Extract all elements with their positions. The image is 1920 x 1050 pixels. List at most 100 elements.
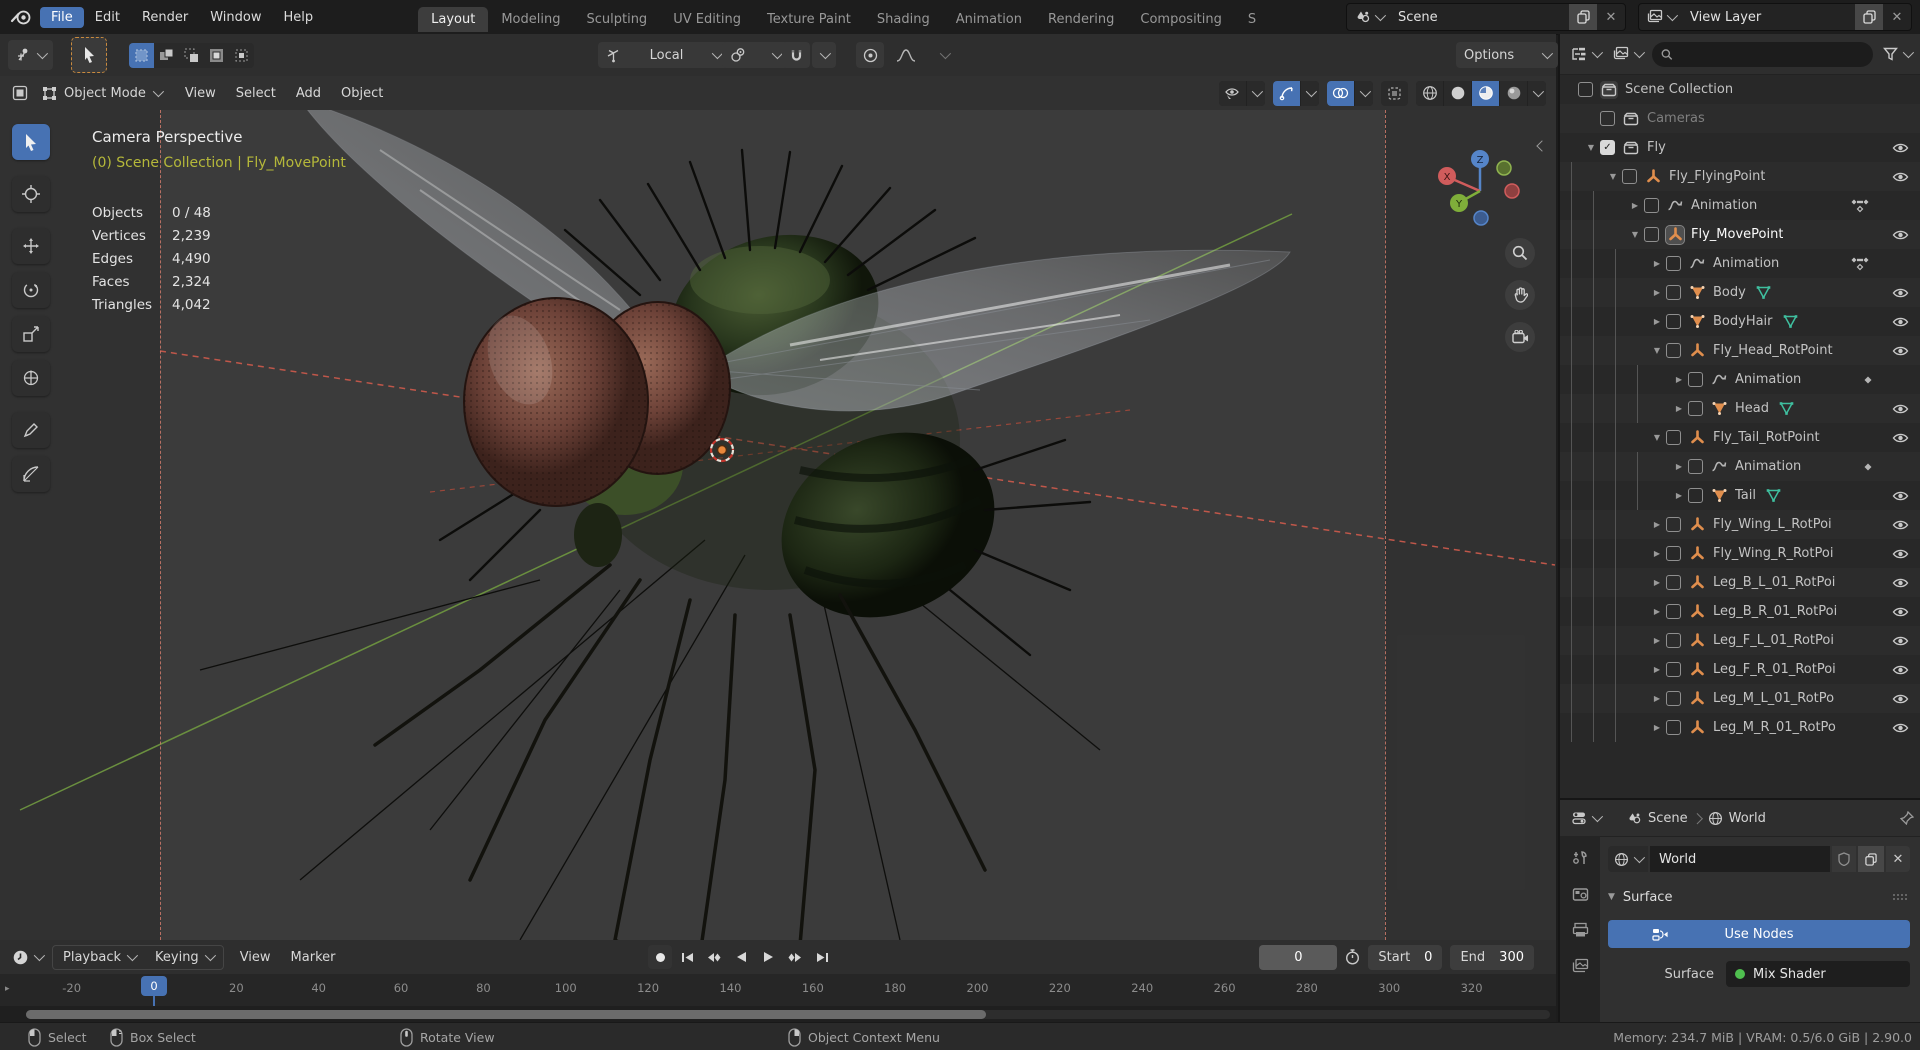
hide-eye-icon[interactable] bbox=[1888, 606, 1912, 618]
tool-annotate[interactable] bbox=[12, 412, 50, 448]
collection-checkbox[interactable] bbox=[1666, 691, 1681, 706]
collection-checkbox[interactable] bbox=[1666, 314, 1681, 329]
select-mode-invert[interactable] bbox=[204, 43, 229, 68]
tab-render[interactable] bbox=[1572, 887, 1589, 902]
timeline-editor-dropdown[interactable] bbox=[8, 944, 46, 970]
outliner-item-label[interactable]: Fly bbox=[1647, 140, 1666, 155]
tab-view-layer[interactable] bbox=[1572, 958, 1589, 974]
jump-to-end-button[interactable] bbox=[810, 945, 834, 969]
disclosure-triangle-icon[interactable]: ▼ bbox=[1648, 433, 1666, 442]
menu-file[interactable]: File bbox=[40, 6, 84, 28]
outliner-row[interactable]: ▶ Animation bbox=[1560, 365, 1920, 394]
hide-eye-icon[interactable] bbox=[1888, 229, 1912, 241]
search-input[interactable] bbox=[1678, 45, 1864, 63]
select-mode-set[interactable] bbox=[129, 42, 154, 68]
snap-toggle[interactable] bbox=[782, 42, 810, 68]
collection-checkbox[interactable] bbox=[1688, 488, 1703, 503]
tool-select-box[interactable] bbox=[12, 124, 50, 160]
play-button[interactable] bbox=[756, 945, 780, 969]
outliner-row[interactable]: ▶ Animation bbox=[1560, 249, 1920, 278]
outliner-row[interactable]: ▶ Leg_M_L_01_RotPo bbox=[1560, 684, 1920, 713]
shading-chevron[interactable] bbox=[1528, 80, 1546, 106]
scene-duplicate-button[interactable] bbox=[1569, 4, 1597, 30]
outliner-row[interactable]: ▶ Body bbox=[1560, 278, 1920, 307]
workspace-tab-modeling[interactable]: Modeling bbox=[488, 7, 573, 32]
outliner-item-label[interactable]: Fly_Tail_RotPoint bbox=[1713, 430, 1820, 445]
hide-eye-icon[interactable] bbox=[1888, 287, 1912, 299]
fake-user-button[interactable] bbox=[1832, 846, 1856, 872]
outliner-item-label[interactable]: BodyHair bbox=[1713, 314, 1773, 329]
ruler-expand-arrow[interactable]: ▸ bbox=[5, 984, 10, 994]
outliner-row[interactable]: ▼ Fly_FlyingPoint bbox=[1560, 162, 1920, 191]
outliner-row[interactable]: ▼ Fly_Tail_RotPoint bbox=[1560, 423, 1920, 452]
menu-render[interactable]: Render bbox=[131, 7, 199, 28]
timeline-menu-keying[interactable]: Keying bbox=[145, 946, 223, 969]
collection-checkbox[interactable] bbox=[1666, 633, 1681, 648]
collection-checkbox[interactable] bbox=[1578, 82, 1593, 97]
properties-editor-dropdown[interactable] bbox=[1568, 805, 1604, 831]
hide-eye-icon[interactable] bbox=[1888, 403, 1912, 415]
disclosure-triangle-icon[interactable]: ▶ bbox=[1670, 462, 1688, 471]
frame-start-field[interactable]: Start 0 bbox=[1368, 944, 1443, 970]
zoom-button[interactable] bbox=[1505, 238, 1535, 268]
use-nodes-button[interactable]: Use Nodes bbox=[1608, 920, 1910, 948]
shading-wireframe-button[interactable] bbox=[1416, 80, 1443, 106]
surface-panel-header[interactable]: ▼ Surface bbox=[1608, 884, 1910, 910]
menu-window[interactable]: Window bbox=[199, 7, 272, 28]
disclosure-triangle-icon[interactable]: ▼ bbox=[1582, 143, 1600, 152]
collection-checkbox[interactable]: ✓ bbox=[1600, 140, 1615, 155]
workspace-tab-s[interactable]: S bbox=[1235, 7, 1269, 32]
collection-checkbox[interactable] bbox=[1600, 111, 1615, 126]
proportional-falloff-dropdown[interactable] bbox=[888, 42, 956, 68]
gizmos-toggle[interactable] bbox=[1273, 80, 1300, 106]
outliner-row[interactable]: ▶ Tail bbox=[1560, 481, 1920, 510]
timeline-ruler[interactable]: -20 0 20 40 60 80 100 120 140 160 180 200 220 240 260 2… bbox=[0, 974, 1556, 1007]
collection-checkbox[interactable] bbox=[1666, 662, 1681, 677]
tab-tool[interactable] bbox=[1572, 850, 1589, 867]
transform-orientation-dropdown[interactable]: Local bbox=[598, 42, 728, 68]
blender-logo[interactable] bbox=[10, 8, 32, 26]
tool-measure[interactable] bbox=[12, 456, 50, 492]
pan-hand-button[interactable] bbox=[1505, 280, 1535, 310]
breadcrumb-scene[interactable]: Scene bbox=[1648, 811, 1688, 826]
tool-scale[interactable] bbox=[12, 316, 50, 352]
tool-rotate[interactable] bbox=[12, 272, 50, 308]
outliner-item-label[interactable]: Leg_B_R_01_RotPoi bbox=[1713, 604, 1837, 619]
hide-eye-icon[interactable] bbox=[1888, 664, 1912, 676]
outliner-row[interactable]: ▼ Fly_MovePoint bbox=[1560, 220, 1920, 249]
collection-checkbox[interactable] bbox=[1622, 169, 1637, 184]
disclosure-triangle-icon[interactable]: ▶ bbox=[1626, 201, 1644, 210]
timeline-menu-view[interactable]: View bbox=[230, 946, 281, 969]
active-tool-indicator[interactable] bbox=[71, 37, 107, 73]
disclosure-triangle-icon[interactable]: ▶ bbox=[1670, 375, 1688, 384]
workspace-tab-uv-editing[interactable]: UV Editing bbox=[660, 7, 754, 32]
collection-checkbox[interactable] bbox=[1666, 285, 1681, 300]
overlays-chevron[interactable] bbox=[1355, 80, 1373, 106]
scene-unlink-button[interactable]: ✕ bbox=[1597, 4, 1625, 30]
snap-settings-dropdown[interactable] bbox=[812, 42, 836, 68]
collection-checkbox[interactable] bbox=[1666, 720, 1681, 735]
hide-eye-icon[interactable] bbox=[1888, 548, 1912, 560]
select-mode-extend[interactable] bbox=[154, 43, 179, 68]
navigation-gizmo[interactable]: Z X Y bbox=[1438, 145, 1522, 229]
hide-eye-icon[interactable] bbox=[1888, 635, 1912, 647]
collection-checkbox[interactable] bbox=[1688, 459, 1703, 474]
outliner-item-label[interactable]: Cameras bbox=[1647, 111, 1705, 126]
prev-keyframe-button[interactable] bbox=[702, 945, 726, 969]
outliner-row[interactable]: ▶ BodyHair bbox=[1560, 307, 1920, 336]
view-layer-browse-button[interactable] bbox=[1639, 9, 1680, 25]
disclosure-triangle-icon[interactable]: ▶ bbox=[1648, 520, 1666, 529]
current-frame-field[interactable]: 0 bbox=[1259, 944, 1338, 970]
outliner-row[interactable]: ▼ ✓ Fly bbox=[1560, 133, 1920, 162]
timeline-menu-playback[interactable]: Playback bbox=[53, 946, 145, 969]
outliner-row[interactable]: ▶ Leg_B_R_01_RotPoi bbox=[1560, 597, 1920, 626]
outliner-item-label[interactable]: Fly_MovePoint bbox=[1691, 227, 1783, 242]
pin-icon[interactable] bbox=[1900, 811, 1914, 825]
outliner-item-label[interactable]: Animation bbox=[1735, 459, 1801, 474]
disclosure-triangle-icon[interactable]: ▶ bbox=[1648, 288, 1666, 297]
outliner-item-label[interactable]: Animation bbox=[1713, 256, 1779, 271]
view-layer-remove-button[interactable]: ✕ bbox=[1883, 4, 1911, 30]
breadcrumb-world[interactable]: World bbox=[1729, 811, 1766, 826]
hide-eye-icon[interactable] bbox=[1888, 345, 1912, 357]
outliner-search[interactable] bbox=[1652, 41, 1873, 67]
